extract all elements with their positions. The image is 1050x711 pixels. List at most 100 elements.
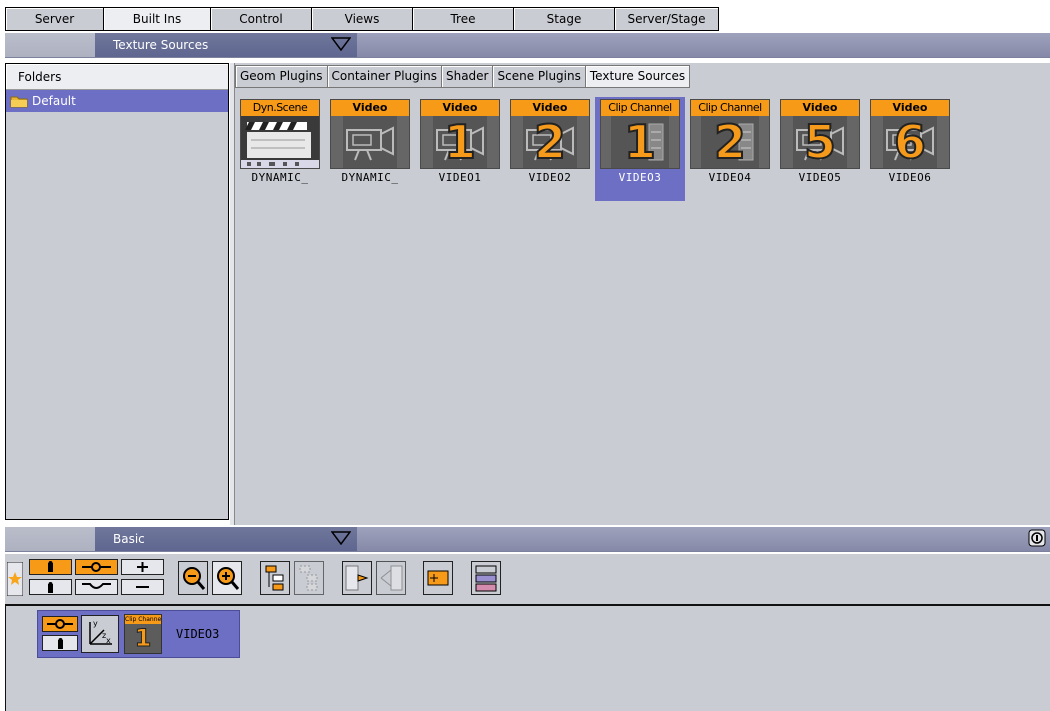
texture-tile-dynamic[interactable]: Dyn.Scene DYNAMIC_ (235, 97, 325, 201)
minus-icon (136, 586, 149, 588)
texture-tile-dynamic[interactable]: Video DYNAMIC_ (325, 97, 415, 201)
zoom-in-icon (217, 567, 240, 590)
collapse-button[interactable] (376, 561, 406, 595)
tile-thumbnail: Dyn.Scene (240, 99, 320, 169)
layers-button[interactable] (471, 561, 501, 595)
plugin-tab-scene-plugins[interactable]: Scene Plugins (492, 65, 585, 88)
container-off-button[interactable] (29, 579, 72, 595)
transform-button[interactable]: yzx (81, 615, 119, 653)
add-button[interactable] (121, 559, 164, 575)
tab-tree[interactable]: Tree (412, 7, 513, 31)
folder-item-default[interactable]: Default (6, 90, 228, 112)
svg-text:x: x (106, 636, 111, 645)
panel-dropdown[interactable]: Texture Sources (95, 33, 357, 57)
split-button[interactable] (75, 579, 118, 595)
tree-view-button[interactable] (260, 561, 290, 595)
tile-badge: Clip Channel (691, 100, 769, 116)
tree-view-alt-button[interactable] (294, 561, 324, 595)
merge-button[interactable] (75, 559, 118, 575)
folders-panel: Folders Default (5, 63, 229, 520)
zoom-in-button[interactable] (212, 561, 242, 595)
tab-server[interactable]: Server (5, 7, 103, 31)
wave-icon (82, 583, 111, 589)
group-icon (427, 570, 449, 586)
panel-title: Texture Sources (113, 38, 209, 52)
video-camera-icon (331, 116, 409, 168)
axes-icon: yzx (89, 619, 112, 645)
tile-number: 5 (803, 115, 837, 169)
tree-icon (265, 565, 284, 591)
texture-tile-video4[interactable]: Clip Channel 2 VIDEO4 (685, 97, 775, 201)
person-icon (48, 561, 53, 572)
texture-tile-video2[interactable]: Video 2 VIDEO2 (505, 97, 595, 201)
tile-badge: Clip Channel (601, 100, 679, 116)
tile-badge: Video (421, 100, 499, 116)
chevron-down-icon[interactable] (331, 37, 351, 51)
group-button[interactable] (423, 561, 453, 595)
toggle-icon (47, 619, 73, 629)
tile-name: VIDEO5 (798, 171, 842, 184)
tile-badge: Video (511, 100, 589, 116)
tile-number: 6 (893, 115, 927, 169)
scene-container-video3[interactable]: yzx Clip Channel 1 VIDEO3 (37, 610, 240, 658)
tile-number: 1 (623, 115, 657, 169)
texture-tile-video6[interactable]: Video 6 VIDEO6 (865, 97, 955, 201)
help-icon[interactable] (1028, 529, 1046, 547)
remove-button[interactable] (121, 579, 164, 595)
scene-item-name: VIDEO3 (176, 627, 220, 641)
tab-built-ins[interactable]: Built Ins (103, 7, 210, 31)
zoom-out-icon (183, 567, 206, 590)
merge-toggle[interactable] (42, 616, 78, 632)
basic-title: Basic (113, 532, 145, 546)
tile-name: DYNAMIC_ (251, 171, 309, 184)
tile-thumbnail: Video 2 (510, 99, 590, 169)
plugin-tab-texture-sources[interactable]: Texture Sources (584, 65, 691, 88)
tile-name: VIDEO3 (618, 171, 662, 184)
tile-badge: Video (871, 100, 949, 116)
tile-name: VIDEO4 (708, 171, 752, 184)
plugin-tab-bar: Geom Plugins Container Plugins Shader Scene… (235, 65, 691, 89)
plugin-tab-geom-plugins[interactable]: Geom Plugins (235, 65, 327, 88)
tile-number: 2 (713, 115, 747, 169)
tile-badge: Video (781, 100, 859, 116)
tile-thumbnail: Video (330, 99, 410, 169)
tab-server-stage[interactable]: Server/Stage (614, 7, 719, 31)
expand-button[interactable] (342, 561, 372, 595)
collapse-icon (380, 565, 403, 591)
texture-tile-video3[interactable]: Clip Channel 1 VIDEO3 (595, 97, 685, 201)
tab-control[interactable]: Control (210, 7, 311, 31)
scene-tree-area: yzx Clip Channel 1 VIDEO3 (5, 606, 1050, 711)
basic-toolbar (5, 554, 1050, 606)
folders-header: Folders (6, 64, 228, 90)
visibility-toggle[interactable] (42, 635, 78, 651)
container-on-button[interactable] (29, 559, 72, 575)
texture-tile-video5[interactable]: Video 5 VIDEO5 (775, 97, 865, 201)
tile-number: 2 (533, 115, 567, 169)
clapperboard-icon (241, 116, 319, 168)
star-icon[interactable] (7, 562, 23, 596)
texture-tile-video1[interactable]: Video 1 VIDEO1 (415, 97, 505, 201)
tile-thumbnail: Video 1 (420, 99, 500, 169)
texture-sources-header: Texture Sources (5, 32, 1050, 58)
tile-number: 1 (443, 115, 477, 169)
tile-thumbnail: Clip Channel 2 (690, 99, 770, 169)
basic-dropdown[interactable]: Basic (95, 527, 357, 551)
plugin-browser: Geom Plugins Container Plugins Shader Scene… (235, 63, 1050, 525)
folder-icon (10, 96, 28, 108)
tile-thumbnail: Video 6 (870, 99, 950, 169)
tile-name: DYNAMIC_ (341, 171, 399, 184)
zoom-out-button[interactable] (178, 561, 208, 595)
plugin-tab-container-plugins[interactable]: Container Plugins (326, 65, 441, 88)
chevron-down-icon[interactable] (331, 531, 351, 545)
svg-text:y: y (93, 619, 98, 628)
person-icon (58, 638, 63, 649)
tile-name: VIDEO2 (528, 171, 572, 184)
tile-badge: Video (331, 100, 409, 116)
folder-label: Default (32, 94, 76, 108)
tree-icon (299, 565, 318, 591)
plugin-tab-shader[interactable]: Shader (440, 65, 493, 88)
texture-source-grid: Dyn.Scene DYNAMIC_ Video DYNAMIC_ Video 1 VIDE… (235, 97, 955, 201)
tab-stage[interactable]: Stage (513, 7, 614, 31)
tab-views[interactable]: Views (311, 7, 412, 31)
clip-channel-number: 1 (134, 624, 152, 653)
